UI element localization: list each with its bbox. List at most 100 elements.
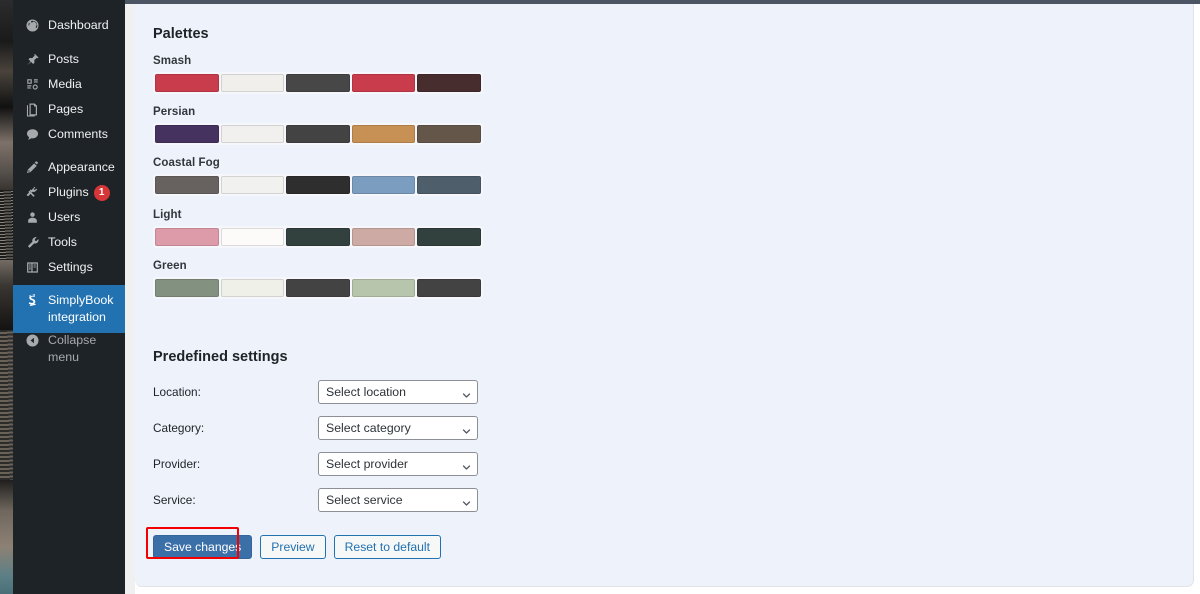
palette-group[interactable]: Green: [153, 260, 483, 299]
simplybook-icon: [23, 292, 41, 309]
palette-swatch[interactable]: [155, 74, 219, 92]
palette-swatch[interactable]: [286, 279, 350, 297]
palette-swatch[interactable]: [286, 125, 350, 143]
palette-swatch[interactable]: [351, 228, 416, 246]
palette-group[interactable]: Coastal Fog: [153, 157, 483, 196]
predefined-settings-title: Predefined settings: [153, 349, 288, 365]
sidebar-item-label: Plugins 1: [48, 184, 125, 201]
palette-swatch[interactable]: [351, 279, 416, 297]
palette-swatch-row[interactable]: [153, 174, 483, 196]
palette-swatch[interactable]: [220, 125, 285, 143]
palette-swatch-row[interactable]: [153, 277, 483, 299]
service-select-value: Select service: [326, 493, 403, 507]
palette-swatch[interactable]: [351, 176, 416, 194]
location-select-value: Select location: [326, 385, 406, 399]
palette-group[interactable]: Smash: [153, 55, 483, 94]
category-select[interactable]: Select category: [318, 416, 478, 440]
location-label: Location:: [153, 385, 201, 399]
palette-swatch[interactable]: [351, 125, 416, 143]
chevron-down-icon: [462, 425, 471, 434]
save-changes-button[interactable]: Save changes: [153, 535, 253, 559]
palette-swatch[interactable]: [155, 279, 219, 297]
palette-swatch-row[interactable]: [153, 226, 483, 248]
field-row-location: Location: Select location: [153, 377, 613, 407]
palette-group[interactable]: Persian: [153, 106, 483, 145]
sidebar-item-label: Media: [48, 77, 82, 91]
palette-swatch[interactable]: [417, 176, 481, 194]
plugin-icon: [23, 184, 41, 201]
collapse-menu-label: Collapse menu: [48, 333, 97, 364]
pin-icon: [23, 51, 41, 68]
sidebar-item-label: SimplyBook integration: [48, 293, 114, 324]
form-actions: Save changes Preview Reset to default: [153, 535, 441, 559]
brush-icon: [23, 159, 41, 176]
category-select-value: Select category: [326, 421, 411, 435]
plugins-update-badge: 1: [93, 185, 110, 201]
service-label: Service:: [153, 493, 196, 507]
palette-name: Persian: [153, 106, 196, 118]
palette-name: Light: [153, 209, 182, 221]
palette-swatch[interactable]: [155, 228, 219, 246]
palette-swatch[interactable]: [417, 125, 481, 143]
palette-swatch[interactable]: [417, 228, 481, 246]
palette-name: Green: [153, 260, 187, 272]
palette-swatch[interactable]: [351, 74, 416, 92]
chevron-down-icon: [462, 389, 471, 398]
sidebar-item-settings[interactable]: Settings: [13, 252, 125, 283]
location-select[interactable]: Select location: [318, 380, 478, 404]
provider-select[interactable]: Select provider: [318, 452, 478, 476]
settings-icon: [23, 259, 41, 276]
background-photo-strip: [0, 0, 13, 594]
sidebar-item-label: Tools: [48, 235, 77, 249]
service-select[interactable]: Select service: [318, 488, 478, 512]
palette-group[interactable]: Light: [153, 209, 483, 248]
provider-label: Provider:: [153, 457, 201, 471]
wordpress-admin-screen: Dashboard Posts Media Pages Comments Appearan…: [0, 0, 1200, 594]
palette-swatch[interactable]: [220, 74, 285, 92]
palette-swatch[interactable]: [417, 279, 481, 297]
sidebar-item-comments[interactable]: Comments: [13, 119, 125, 150]
palette-swatch[interactable]: [286, 74, 350, 92]
admin-sidebar-menu: Dashboard Posts Media Pages Comments Appearan…: [13, 0, 133, 594]
palette-swatch[interactable]: [155, 125, 219, 143]
palette-swatch[interactable]: [155, 176, 219, 194]
reset-to-default-button[interactable]: Reset to default: [333, 535, 441, 559]
pages-icon: [23, 101, 41, 118]
comments-icon: [23, 126, 41, 143]
provider-select-value: Select provider: [326, 457, 409, 471]
palette-swatch-row[interactable]: [153, 123, 483, 145]
palette-swatch[interactable]: [220, 228, 285, 246]
collapse-arrow-icon: [23, 332, 41, 349]
collapse-menu-button[interactable]: Collapse menu: [13, 325, 125, 373]
palette-name: Coastal Fog: [153, 157, 220, 169]
preview-button[interactable]: Preview: [260, 535, 326, 559]
sidebar-item-label: Pages: [48, 102, 84, 116]
sidebar-filler: [13, 336, 125, 594]
palettes-section-title: Palettes: [153, 26, 209, 42]
sidebar-item-label: Comments: [48, 127, 108, 141]
settings-content-panel: Palettes Smash Persian Coastal Fog Light Gre…: [135, 4, 1194, 587]
chevron-down-icon: [462, 497, 471, 506]
sidebar-item-label: Users: [48, 210, 81, 224]
palette-swatch-row[interactable]: [153, 72, 483, 94]
palette-swatch[interactable]: [417, 74, 481, 92]
content-gutter: [125, 4, 135, 594]
field-row-category: Category: Select category: [153, 413, 613, 443]
palette-name: Smash: [153, 55, 192, 67]
sidebar-item-dashboard[interactable]: Dashboard: [13, 10, 125, 41]
wrench-icon: [23, 234, 41, 251]
palette-swatch[interactable]: [286, 228, 350, 246]
field-row-service: Service: Select service: [153, 485, 613, 515]
field-row-provider: Provider: Select provider: [153, 449, 613, 479]
palette-swatch[interactable]: [220, 279, 285, 297]
media-icon: [23, 76, 41, 93]
sidebar-item-label: Appearance: [48, 160, 115, 174]
category-label: Category:: [153, 421, 205, 435]
sidebar-item-label: Dashboard: [48, 18, 109, 32]
palette-swatch[interactable]: [286, 176, 350, 194]
sidebar-item-label: Settings: [48, 260, 93, 274]
sidebar-item-label: Posts: [48, 52, 79, 66]
chevron-down-icon: [462, 461, 471, 470]
palette-swatch[interactable]: [220, 176, 285, 194]
dashboard-icon: [23, 17, 41, 34]
